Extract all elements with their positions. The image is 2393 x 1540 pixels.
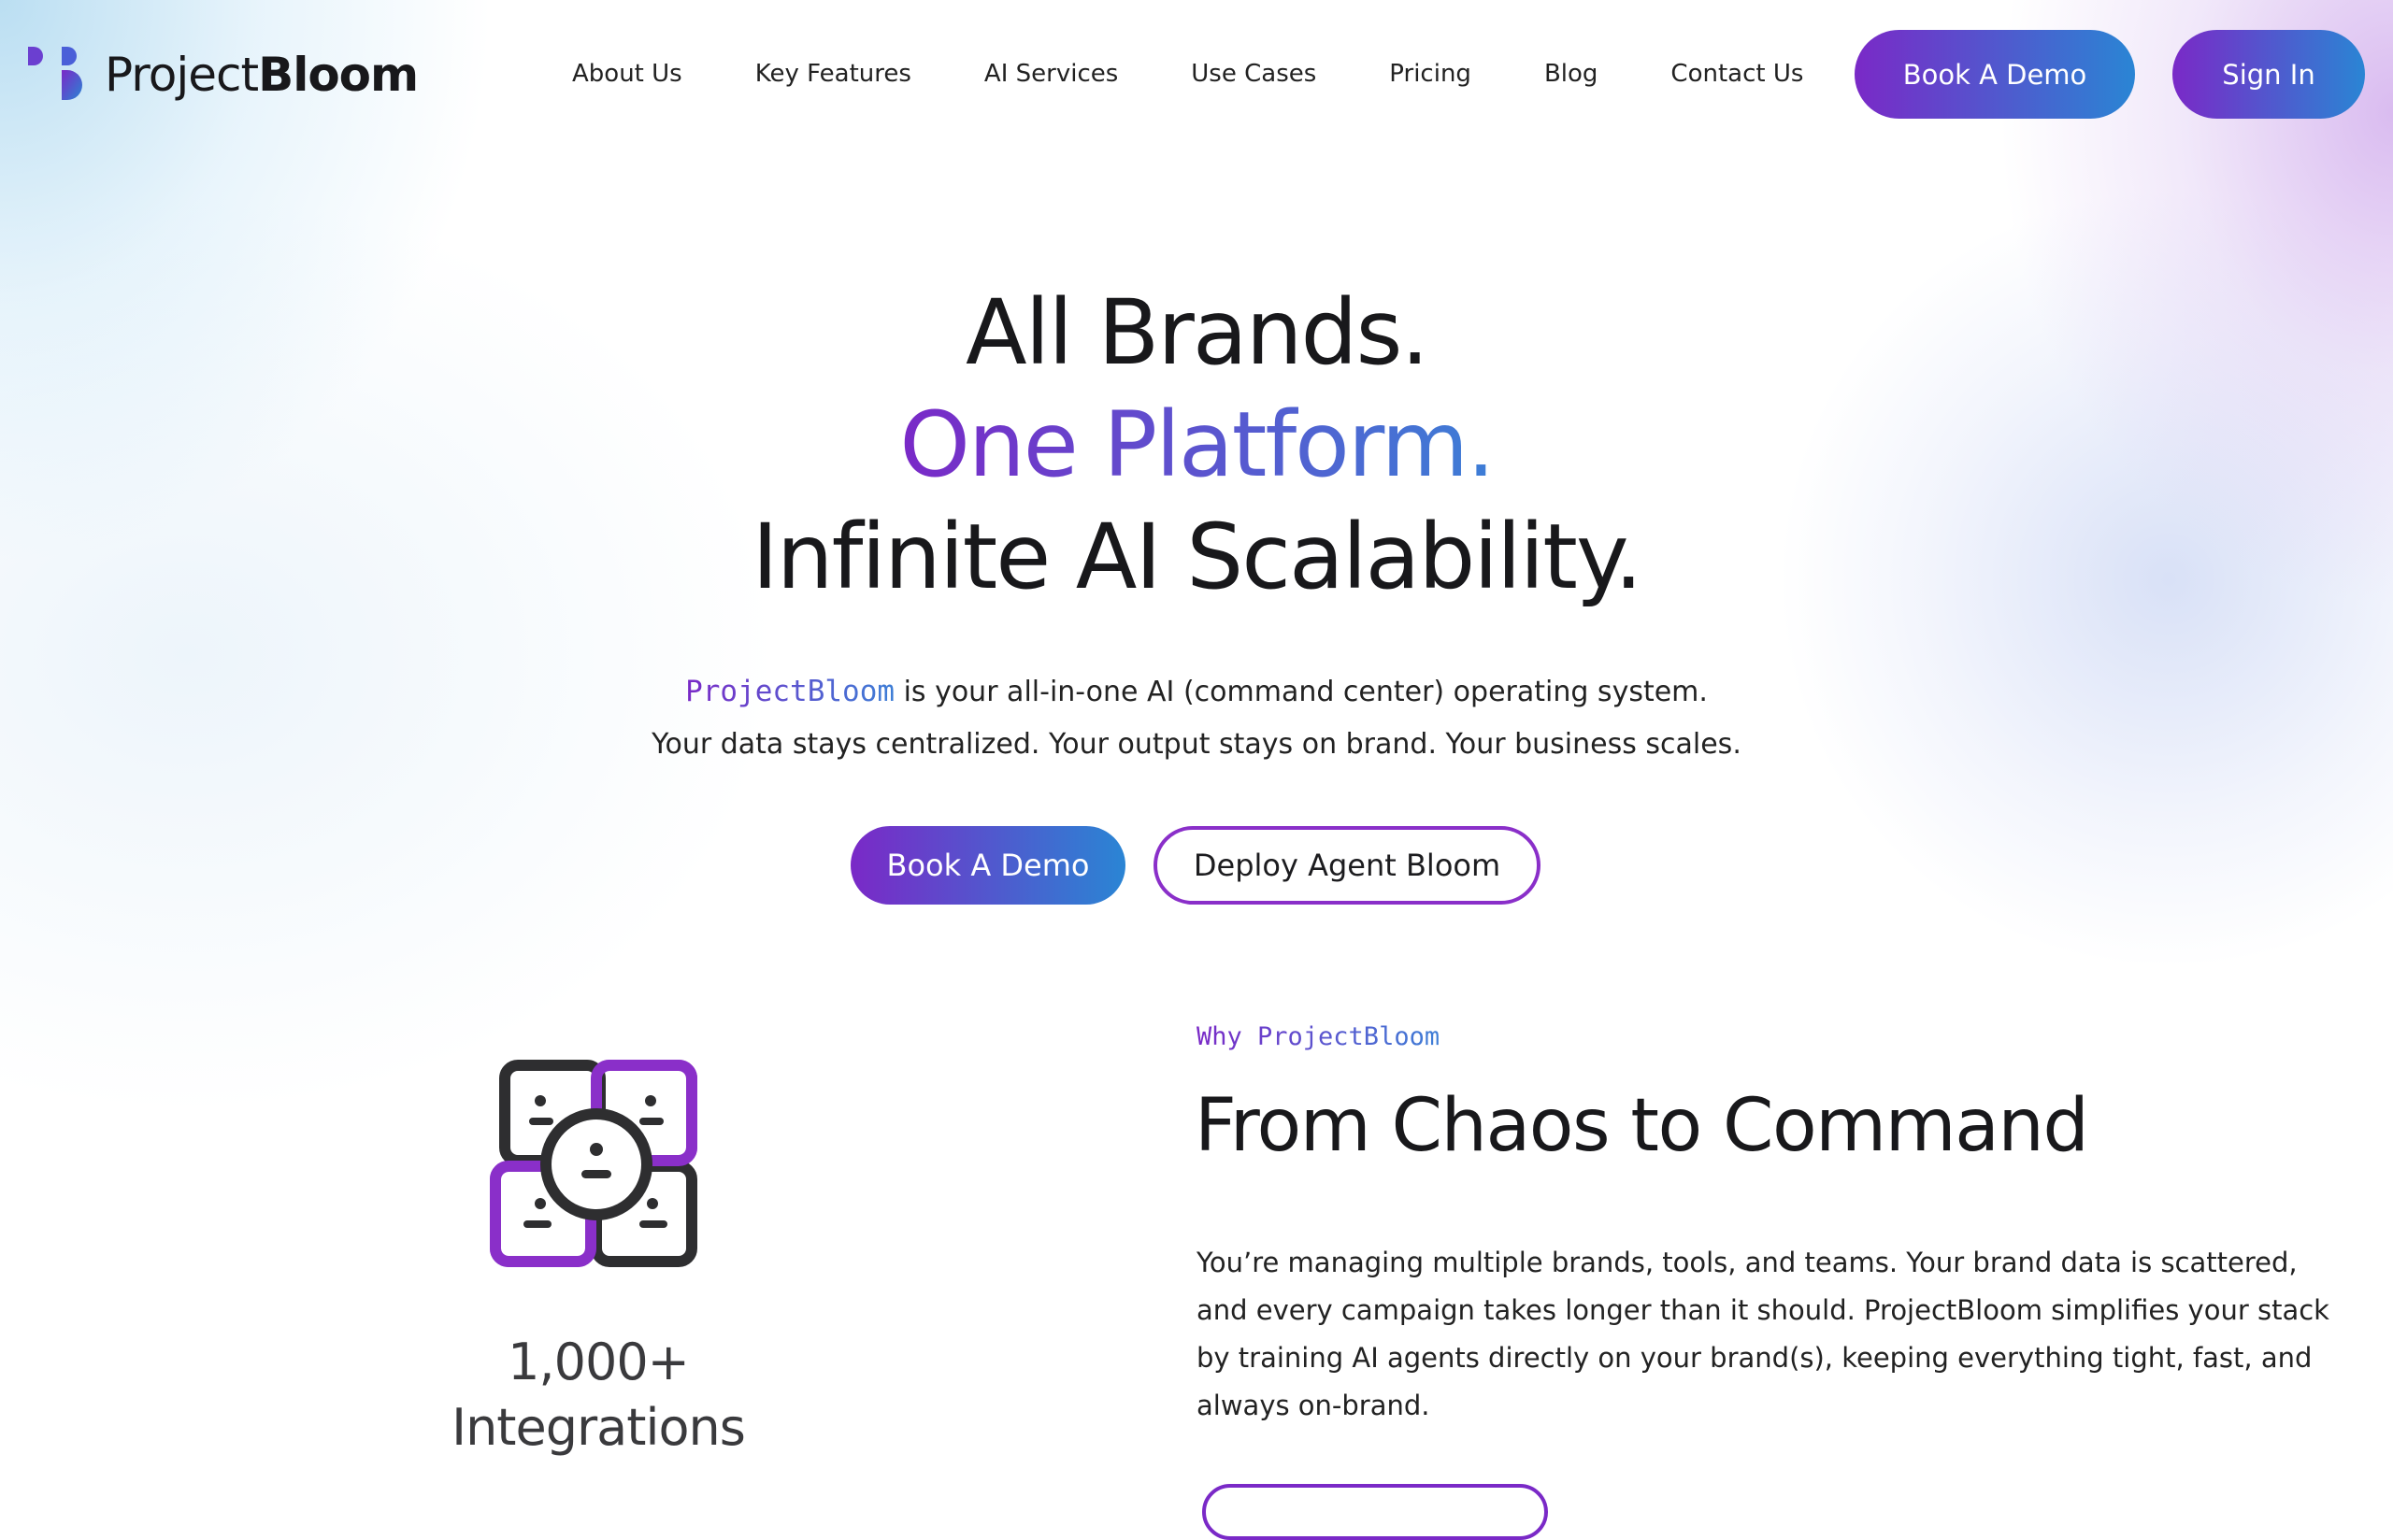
integrations-count: 1,000+ [508,1333,690,1391]
hero-subtitle-1: ProjectBloom is your all-in-one AI (comm… [0,675,2393,708]
sign-in-button[interactable]: Sign In [2172,30,2365,119]
site-logo[interactable]: ProjectBloom [26,41,419,108]
nav-pricing[interactable]: Pricing [1389,60,1471,88]
why-section-button[interactable] [1202,1484,1548,1540]
nav-contact-us[interactable]: Contact Us [1670,60,1803,88]
nav-key-features[interactable]: Key Features [755,60,911,88]
hero-title-line-3: Infinite AI Scalability. [752,505,1642,609]
main-nav: About Us Key Features AI Services Use Ca… [572,50,1803,97]
header-book-demo-button[interactable]: Book A Demo [1855,30,2135,119]
integrations-label: Integrations [451,1398,746,1457]
why-eyebrow: Why ProjectBloom [1196,1022,1440,1051]
nav-about-us[interactable]: About Us [572,60,682,88]
logo-word-light: Project [105,48,259,102]
nav-ai-services[interactable]: AI Services [984,60,1118,88]
nav-blog[interactable]: Blog [1544,60,1598,88]
logo-word-bold: Bloom [258,48,419,102]
integrations-faces-icon [490,1060,697,1267]
hero-subtitle-1-text: is your all-in-one AI (command center) o… [895,676,1708,708]
why-body: You’re managing multiple brands, tools, … [1196,1247,2329,1421]
nav-use-cases[interactable]: Use Cases [1191,60,1316,88]
hero-book-demo-button[interactable]: Book A Demo [851,826,1125,905]
hero-subtitle-2: Your data stays centralized. Your output… [652,728,1741,761]
deploy-agent-bloom-button[interactable]: Deploy Agent Bloom [1154,826,1540,905]
hero-title-line-2: One Platform. [0,392,2393,497]
why-title: From Chaos to Command [1195,1084,2089,1168]
logo-wordmark: ProjectBloom [105,48,419,102]
hero-title-line-1: All Brands. [966,280,1429,385]
hero-brand-mono: ProjectBloom [685,675,896,708]
hero-title-gradient: One Platform. [899,392,1495,497]
bloom-logo-icon [28,47,82,100]
